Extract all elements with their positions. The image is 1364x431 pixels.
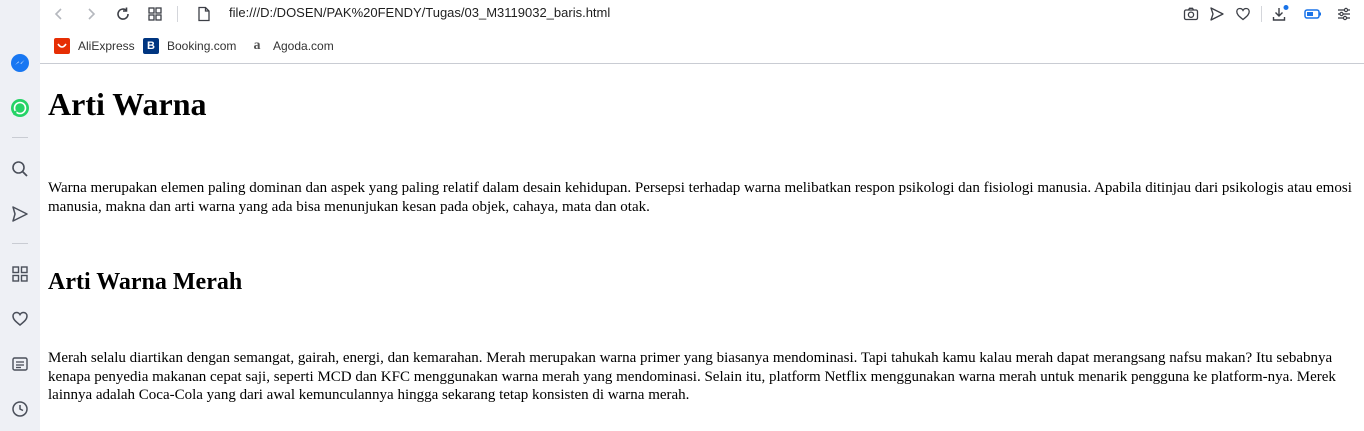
bookmark-label: Agoda.com (273, 39, 334, 53)
sidebar-divider (12, 243, 28, 244)
booking-icon: B (143, 38, 159, 54)
agoda-icon: a (253, 38, 261, 53)
bookmarks-bar: AliExpress B Booking.com a Agoda.com (40, 28, 1364, 64)
reload-icon[interactable] (113, 4, 133, 24)
search-icon[interactable] (10, 159, 30, 179)
browser-toolbar: file:///D:/DOSEN/PAK%20FENDY/Tugas/03_M3… (40, 0, 1364, 28)
address-bar-url[interactable]: file:///D:/DOSEN/PAK%20FENDY/Tugas/03_M3… (229, 5, 610, 21)
download-icon[interactable] (1270, 4, 1290, 24)
news-icon[interactable] (10, 354, 30, 374)
send-tab-icon[interactable] (1207, 4, 1227, 24)
toolbar-divider (177, 6, 178, 22)
apps-grid-icon[interactable] (10, 264, 30, 284)
send-icon[interactable] (10, 204, 30, 224)
heart-icon[interactable] (10, 309, 30, 329)
section-heading: Arti Warna Merah (48, 269, 243, 295)
toolbar-divider (1261, 6, 1262, 22)
bookmark-label: AliExpress (78, 39, 135, 53)
sidebar-divider (12, 137, 28, 138)
whatsapp-icon[interactable] (10, 98, 30, 118)
aliexpress-icon (54, 38, 70, 54)
camera-snapshot-icon[interactable] (1181, 4, 1201, 24)
messenger-icon[interactable] (10, 53, 30, 73)
tabs-grid-icon[interactable] (145, 4, 165, 24)
file-page-icon (194, 4, 214, 24)
bookmark-aliexpress[interactable]: AliExpress (54, 37, 135, 55)
heart-bookmark-icon[interactable] (1233, 4, 1253, 24)
bookmark-label: Booking.com (167, 39, 237, 53)
forward-arrow-icon[interactable] (81, 4, 101, 24)
easy-setup-menu-icon[interactable] (1334, 4, 1354, 24)
bookmark-agoda[interactable]: a Agoda.com (249, 37, 334, 55)
browser-sidebar (0, 0, 40, 431)
back-arrow-icon[interactable] (49, 4, 69, 24)
history-clock-icon[interactable] (10, 399, 30, 419)
battery-saver-icon[interactable] (1303, 4, 1323, 24)
intro-paragraph: Warna merupakan elemen paling dominan da… (48, 180, 1352, 215)
page-title: Arti Warna (48, 86, 207, 122)
section-paragraph: Merah selalu diartikan dengan semangat, … (48, 350, 1336, 403)
bookmark-booking[interactable]: B Booking.com (143, 37, 236, 55)
